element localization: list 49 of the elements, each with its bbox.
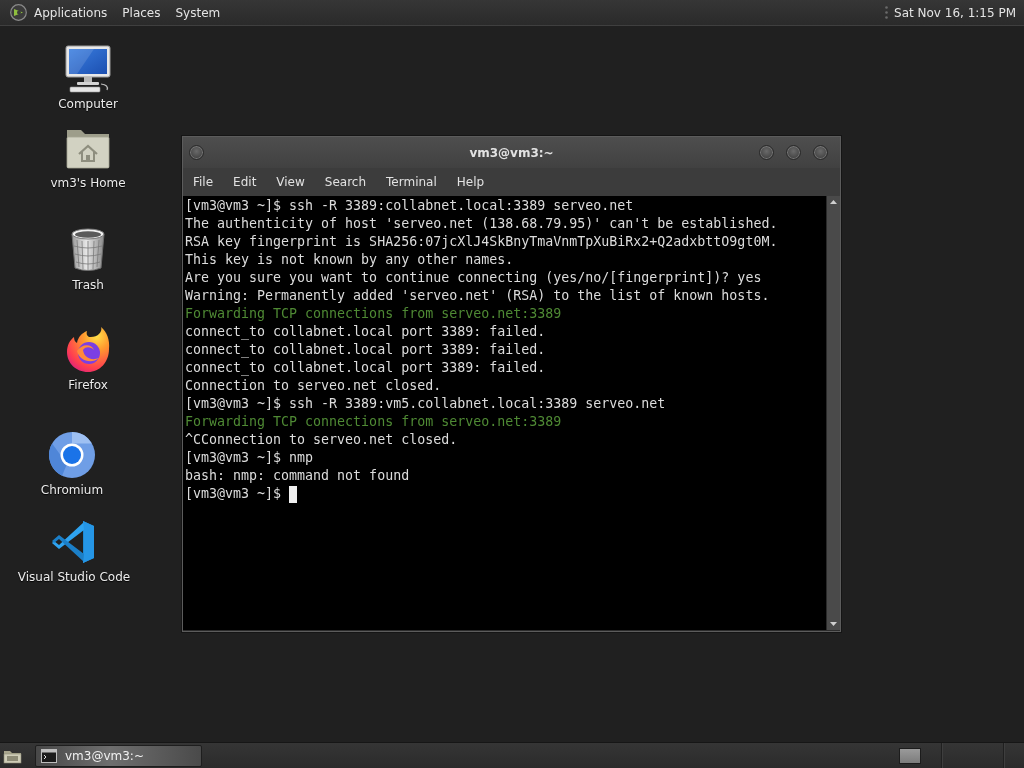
menu-item[interactable]: Help bbox=[446, 169, 495, 195]
terminal-line: connect_to collabnet.local port 3389: failed. bbox=[185, 323, 546, 341]
menu-item[interactable]: File bbox=[183, 169, 224, 195]
menu-item[interactable]: Edit bbox=[223, 169, 267, 195]
terminal-line: ^CConnection to serveo.net closed. bbox=[185, 431, 458, 449]
close-button[interactable] bbox=[813, 145, 828, 160]
window-menu-button[interactable] bbox=[189, 145, 204, 160]
window-title: vm3@vm3:~ bbox=[469, 145, 554, 160]
terminal-line: Connection to serveo.net closed. bbox=[185, 377, 442, 395]
terminal-line: bash: nmp: command not found bbox=[185, 467, 410, 485]
firefox-icon bbox=[64, 326, 112, 374]
menu-button[interactable]: System bbox=[168, 0, 228, 25]
terminal-line: Are you sure you want to continue connecting (yes/no/[fingerprint])? yes bbox=[185, 269, 762, 287]
maximize-button[interactable] bbox=[786, 145, 801, 160]
scrollbar[interactable] bbox=[826, 196, 840, 630]
terminal-line: [vm3@vm3 ~]$ ssh -R 3389:vm5.collabnet.local:3389 serveo.net bbox=[185, 395, 666, 413]
desktop-shortcut[interactable]: vm3's Home bbox=[50, 124, 126, 191]
scroll-down-icon bbox=[830, 622, 837, 626]
workspace-switcher[interactable] bbox=[899, 747, 921, 764]
terminal-line: [vm3@vm3 ~]$ nmp bbox=[185, 449, 314, 467]
chromium-icon bbox=[48, 431, 96, 479]
drag-handle-icon bbox=[885, 6, 888, 19]
terminal-line: Forwarding TCP connections from serveo.net:3389 bbox=[185, 305, 562, 323]
menu-button[interactable]: Applications bbox=[3, 0, 115, 25]
terminal-line: The authenticity of host 'serveo.net (138.68.79.95)' can't be established. bbox=[185, 215, 778, 233]
minimize-button[interactable] bbox=[759, 145, 774, 160]
desktop-shortcut[interactable]: Computer bbox=[58, 45, 118, 112]
menu-button[interactable]: Places bbox=[115, 0, 168, 25]
terminal-line: Forwarding TCP connections from serveo.net:3389 bbox=[185, 413, 562, 431]
desktop-shortcut[interactable]: Chromium bbox=[40, 431, 104, 498]
terminal-icon bbox=[41, 748, 57, 763]
terminal-line: RSA key fingerprint is SHA256:07jcXlJ4SkBnyTmaVnmTpXuBiRx2+Q2adxbttO9gt0M. bbox=[185, 233, 778, 251]
terminal-line: Warning: Permanently added 'serveo.net' (RSA) to the list of known hosts. bbox=[185, 287, 770, 305]
terminal-line: [vm3@vm3 ~]$ ssh -R 3389:collabnet.local:3389 serveo.net bbox=[185, 197, 634, 215]
menu-item[interactable]: Search bbox=[314, 169, 377, 195]
desktop-shortcut[interactable]: Firefox bbox=[64, 326, 112, 393]
logo-icon bbox=[10, 4, 27, 21]
terminal-line: [vm3@vm3 ~]$ bbox=[185, 485, 282, 503]
computer-icon bbox=[64, 45, 112, 93]
terminal-line: connect_to collabnet.local port 3389: failed. bbox=[185, 359, 546, 377]
scroll-up-icon bbox=[830, 200, 837, 204]
terminal-line: This key is not known by any other names. bbox=[185, 251, 514, 269]
menu-item[interactable]: View bbox=[266, 169, 315, 195]
clock[interactable]: Sat Nov 16, 1:15 PM bbox=[888, 0, 1021, 25]
desktop-shortcut[interactable]: Visual Studio Code bbox=[17, 518, 131, 585]
terminal-line: connect_to collabnet.local port 3389: failed. bbox=[185, 341, 546, 359]
task-button[interactable]: vm3@vm3:~ bbox=[35, 744, 202, 767]
desktop-shortcut[interactable]: Trash bbox=[64, 226, 112, 293]
menu-item[interactable]: Terminal bbox=[376, 169, 447, 195]
